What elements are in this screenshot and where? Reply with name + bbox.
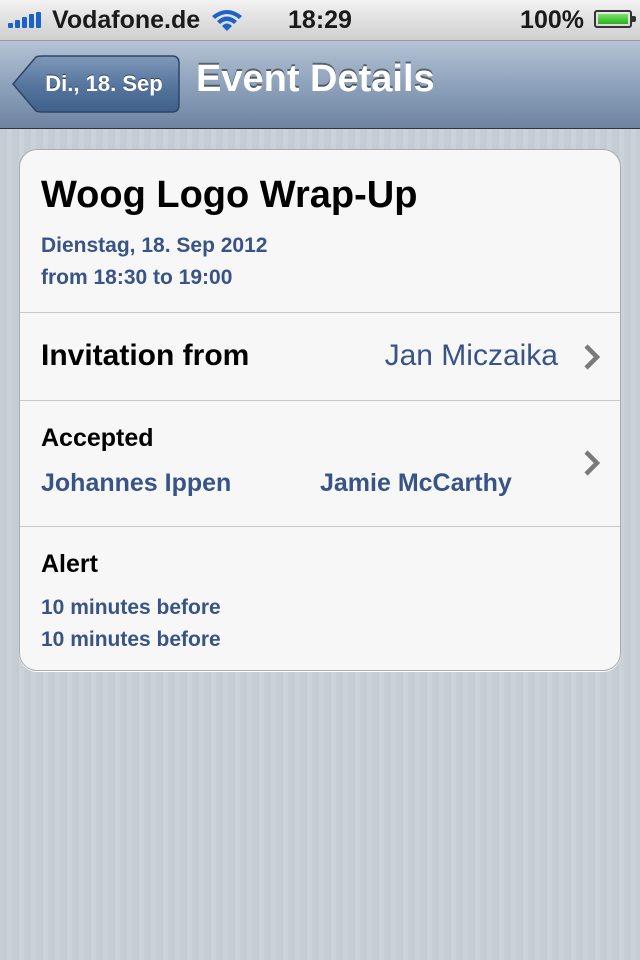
alert-label: Alert — [41, 550, 98, 578]
back-button-label: Di., 18. Sep — [45, 71, 163, 96]
page-title: Event Details — [196, 58, 435, 100]
attendee-name[interactable]: Johannes Ippen — [41, 469, 231, 498]
accepted-label: Accepted — [41, 424, 154, 452]
event-date: Dienstag, 18. Sep 2012 — [41, 234, 268, 257]
event-title: Woog Logo Wrap-Up — [41, 174, 418, 216]
chevron-right-icon[interactable] — [582, 343, 602, 371]
divider — [20, 526, 620, 527]
battery-percentage: 100% — [520, 6, 584, 34]
navigation-bar: Di., 18. Sep Event Details — [0, 41, 640, 129]
status-bar: Vodafone.de 18:29 100% — [0, 0, 640, 41]
invitation-label: Invitation from — [41, 339, 250, 372]
chevron-right-icon[interactable] — [582, 449, 602, 477]
event-details-card: Woog Logo Wrap-Up Dienstag, 18. Sep 2012… — [19, 149, 621, 671]
back-button[interactable]: Di., 18. Sep — [12, 55, 180, 113]
alert-value: 10 minutes before — [41, 628, 221, 651]
divider — [20, 400, 620, 401]
attendee-name[interactable]: Jamie McCarthy — [320, 469, 512, 498]
event-time-range: from 18:30 to 19:00 — [41, 266, 233, 289]
battery-icon — [594, 10, 636, 28]
invitation-value[interactable]: Jan Miczaika — [385, 339, 558, 373]
alert-value: 10 minutes before — [41, 596, 221, 619]
